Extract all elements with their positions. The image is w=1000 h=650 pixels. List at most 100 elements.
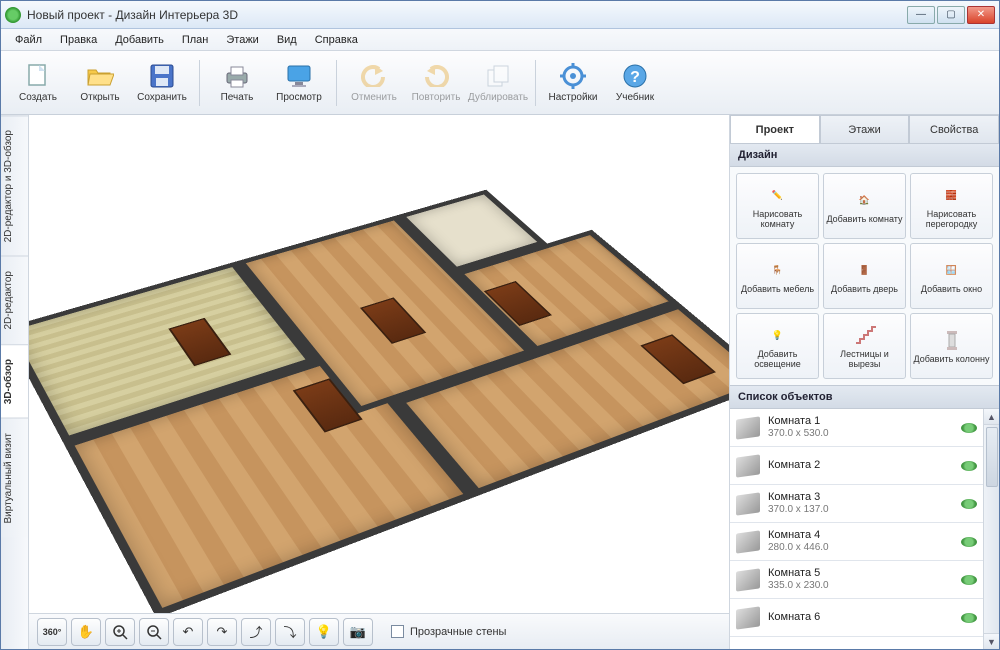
redo-button[interactable]: Повторить <box>407 54 465 112</box>
menu-plan[interactable]: План <box>174 32 217 48</box>
checkbox-icon <box>391 625 404 638</box>
add-room-button[interactable]: 🏠Добавить комнату <box>823 173 906 239</box>
visibility-icon[interactable] <box>961 613 977 623</box>
rotate-right-button[interactable]: ↷ <box>207 618 237 646</box>
snapshot-button[interactable]: 📷 <box>343 618 373 646</box>
scroll-thumb[interactable] <box>986 427 998 487</box>
brick-wall-icon: 🧱 <box>939 183 965 207</box>
scrollbar[interactable]: ▲ ▼ <box>983 409 999 649</box>
preview-label: Просмотр <box>276 92 322 103</box>
add-column-button[interactable]: Добавить колонну <box>910 313 993 379</box>
pan-button[interactable]: ✋ <box>71 618 101 646</box>
list-item[interactable]: Комната 6 <box>730 599 983 637</box>
design-header: Дизайн <box>730 143 999 167</box>
tab-properties[interactable]: Свойства <box>909 115 999 143</box>
right-panel: Проект Этажи Свойства Дизайн ✏️Нарисоват… <box>729 115 999 649</box>
list-item[interactable]: Комната 4280.0 x 446.0 <box>730 523 983 561</box>
menu-add[interactable]: Добавить <box>107 32 172 48</box>
draw-room-button[interactable]: ✏️Нарисовать комнату <box>736 173 819 239</box>
3d-canvas[interactable] <box>29 115 729 613</box>
menu-floors[interactable]: Этажи <box>218 32 266 48</box>
stairs-icon <box>852 323 878 347</box>
settings-button[interactable]: Настройки <box>544 54 602 112</box>
scroll-up-button[interactable]: ▲ <box>984 409 999 425</box>
printer-icon <box>222 62 252 90</box>
add-lighting-button[interactable]: 💡Добавить освещение <box>736 313 819 379</box>
viewport: 360° ✋ ↶ ↷ ⤴ ⤵ 💡 📷 Прозрачные стены <box>29 115 729 649</box>
scroll-down-button[interactable]: ▼ <box>984 633 999 649</box>
visibility-icon[interactable] <box>961 575 977 585</box>
menu-file[interactable]: Файл <box>7 32 50 48</box>
print-label: Печать <box>221 92 254 103</box>
tutorial-button[interactable]: ? Учебник <box>606 54 664 112</box>
tab-project[interactable]: Проект <box>730 115 820 143</box>
tilt-down-button[interactable]: ⤵ <box>275 618 305 646</box>
rotate-left-button[interactable]: ↶ <box>173 618 203 646</box>
minimize-button[interactable]: — <box>907 6 935 24</box>
door-icon: 🚪 <box>852 258 878 282</box>
monitor-icon <box>284 62 314 90</box>
save-button[interactable]: Сохранить <box>133 54 191 112</box>
view-toolbar: 360° ✋ ↶ ↷ ⤴ ⤵ 💡 📷 Прозрачные стены <box>29 613 729 649</box>
room-icon <box>736 530 760 553</box>
chair-icon: 🪑 <box>765 258 791 282</box>
menu-view[interactable]: Вид <box>269 32 305 48</box>
toolbar: Создать Открыть Сохранить Печать Просмот… <box>1 51 999 115</box>
window-title: Новый проект - Дизайн Интерьера 3D <box>27 8 907 22</box>
open-button[interactable]: Открыть <box>71 54 129 112</box>
duplicate-button[interactable]: Дублировать <box>469 54 527 112</box>
add-door-button[interactable]: 🚪Добавить дверь <box>823 243 906 309</box>
tab-3d[interactable]: 3D-обзор <box>1 344 28 418</box>
transparent-walls-label: Прозрачные стены <box>410 626 506 638</box>
new-label: Создать <box>19 92 57 103</box>
tilt-up-button[interactable]: ⤴ <box>241 618 271 646</box>
lighting-button[interactable]: 💡 <box>309 618 339 646</box>
tab-2d3d[interactable]: 2D-редактор и 3D-обзор <box>1 115 28 256</box>
undo-button[interactable]: Отменить <box>345 54 403 112</box>
design-grid: ✏️Нарисовать комнату 🏠Добавить комнату 🧱… <box>730 167 999 385</box>
visibility-icon[interactable] <box>961 423 977 433</box>
bulb-icon: 💡 <box>765 323 791 347</box>
add-furniture-button[interactable]: 🪑Добавить мебель <box>736 243 819 309</box>
duplicate-label: Дублировать <box>468 92 528 103</box>
undo-label: Отменить <box>351 92 397 103</box>
list-item[interactable]: Комната 1370.0 x 530.0 <box>730 409 983 447</box>
svg-text:?: ? <box>630 69 640 86</box>
list-item[interactable]: Комната 5335.0 x 230.0 <box>730 561 983 599</box>
tab-2d[interactable]: 2D-редактор <box>1 256 28 344</box>
titlebar: Новый проект - Дизайн Интерьера 3D — ▢ ✕ <box>1 1 999 29</box>
view-360-button[interactable]: 360° <box>37 618 67 646</box>
visibility-icon[interactable] <box>961 461 977 471</box>
transparent-walls-toggle[interactable]: Прозрачные стены <box>391 625 506 638</box>
zoom-in-button[interactable] <box>105 618 135 646</box>
redo-icon <box>421 62 451 90</box>
list-item[interactable]: Комната 3370.0 x 137.0 <box>730 485 983 523</box>
visibility-icon[interactable] <box>961 499 977 509</box>
add-room-icon: 🏠 <box>852 188 878 212</box>
visibility-icon[interactable] <box>961 537 977 547</box>
toolbar-separator <box>535 60 536 106</box>
print-button[interactable]: Печать <box>208 54 266 112</box>
left-tabs: 2D-редактор и 3D-обзор 2D-редактор 3D-об… <box>1 115 29 649</box>
draw-partition-button[interactable]: 🧱Нарисовать перегородку <box>910 173 993 239</box>
window-icon: 🪟 <box>939 258 965 282</box>
room-icon <box>736 492 760 515</box>
column-icon <box>939 328 965 352</box>
menu-help[interactable]: Справка <box>307 32 366 48</box>
tab-floors[interactable]: Этажи <box>820 115 910 143</box>
object-list: Комната 1370.0 x 530.0 Комната 2 Комната… <box>730 409 999 649</box>
tab-virtual[interactable]: Виртуальный визит <box>1 418 28 538</box>
room-icon <box>736 416 760 439</box>
add-window-button[interactable]: 🪟Добавить окно <box>910 243 993 309</box>
gear-icon <box>558 62 588 90</box>
save-label: Сохранить <box>137 92 187 103</box>
list-item[interactable]: Комната 2 <box>730 447 983 485</box>
stairs-button[interactable]: Лестницы и вырезы <box>823 313 906 379</box>
new-button[interactable]: Создать <box>9 54 67 112</box>
preview-button[interactable]: Просмотр <box>270 54 328 112</box>
menu-edit[interactable]: Правка <box>52 32 105 48</box>
maximize-button[interactable]: ▢ <box>937 6 965 24</box>
close-button[interactable]: ✕ <box>967 6 995 24</box>
pencil-room-icon: ✏️ <box>765 183 791 207</box>
zoom-out-button[interactable] <box>139 618 169 646</box>
